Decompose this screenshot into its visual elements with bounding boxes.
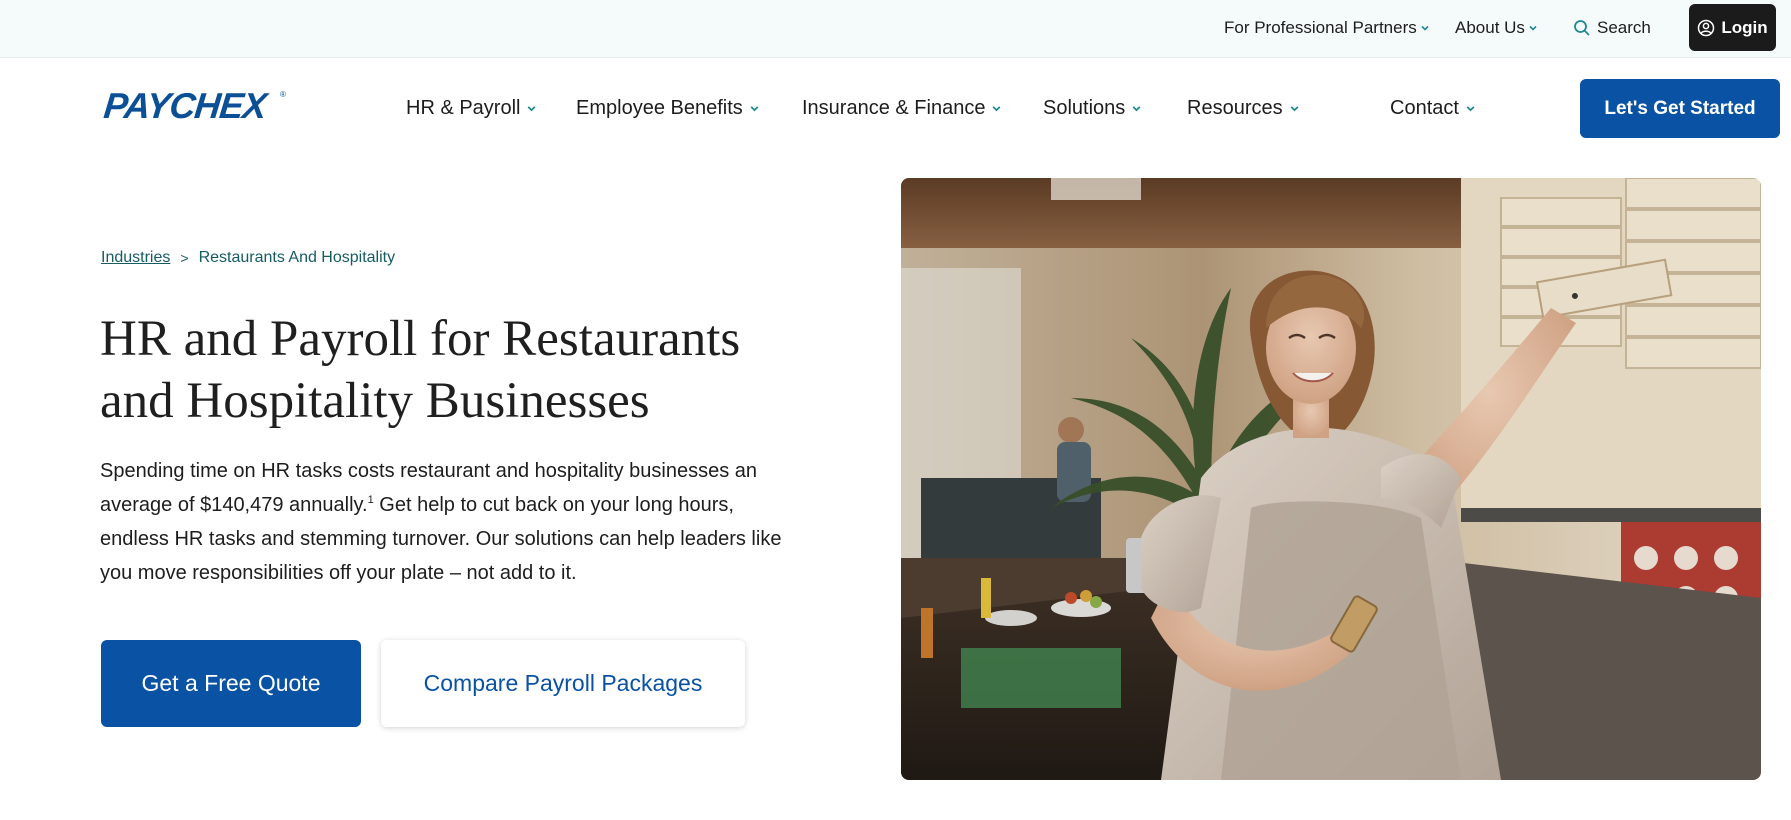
nav-label: Resources [1187,97,1283,119]
chevron-down-icon [1132,106,1141,112]
get-free-quote-button[interactable]: Get a Free Quote [101,640,361,727]
nav-solutions[interactable]: Solutions [1043,97,1142,120]
search-label: Search [1597,18,1651,37]
chevron-down-icon [528,106,536,112]
nav-label: Solutions [1043,97,1126,119]
nav-contact[interactable]: Contact [1390,97,1476,120]
lets-get-started-button[interactable]: Let's Get Started [1580,79,1780,138]
nav-label: HR & Payroll [406,97,521,119]
chevron-down-icon [1421,25,1429,31]
paychex-logo[interactable]: PAYCHEX ® [101,85,286,126]
nav-label: Employee Benefits [576,97,743,119]
nav-resources[interactable]: Resources [1187,97,1300,120]
utility-bar: For Professional Partners About Us Searc… [0,0,1791,58]
nav-label: Contact [1390,97,1459,119]
logo-registered-mark: ® [280,90,286,99]
breadcrumb-separator: > [180,250,189,266]
chevron-down-icon [993,106,1001,112]
chevron-down-icon [1290,106,1299,112]
page-title: HR and Payroll for Restaurants and Hospi… [100,311,741,429]
about-us-menu[interactable]: About Us [1455,18,1538,38]
about-us-label: About Us [1455,18,1525,37]
professional-partners-label: For Professional Partners [1224,18,1417,37]
nav-label: Insurance & Finance [802,97,986,119]
hero-photo-illustration [901,178,1761,780]
breadcrumb-current: Restaurants And Hospitality [198,249,396,266]
hero-image-restaurant-worker [901,178,1761,780]
chevron-down-icon [1529,25,1537,31]
nav-employee-benefits[interactable]: Employee Benefits [576,97,760,120]
search-link[interactable]: Search [1573,18,1651,38]
login-button[interactable]: Login [1689,4,1776,51]
nav-hr-payroll[interactable]: HR & Payroll [406,97,537,120]
hero-description: Spending time on HR tasks costs restaura… [100,454,800,590]
compare-payroll-packages-button[interactable]: Compare Payroll Packages [381,640,745,727]
breadcrumb: Industries > Restaurants And Hospitality [101,249,395,267]
breadcrumb-industries-link[interactable]: Industries [101,249,170,267]
logo-wordmark: PAYCHEX [101,85,268,126]
professional-partners-menu[interactable]: For Professional Partners [1224,18,1430,38]
user-circle-icon [1698,19,1715,36]
login-label: Login [1721,17,1768,37]
chevron-down-icon [1466,106,1475,112]
nav-insurance-finance[interactable]: Insurance & Finance [802,97,1002,120]
search-icon [1574,20,1590,36]
chevron-down-icon [750,106,759,112]
